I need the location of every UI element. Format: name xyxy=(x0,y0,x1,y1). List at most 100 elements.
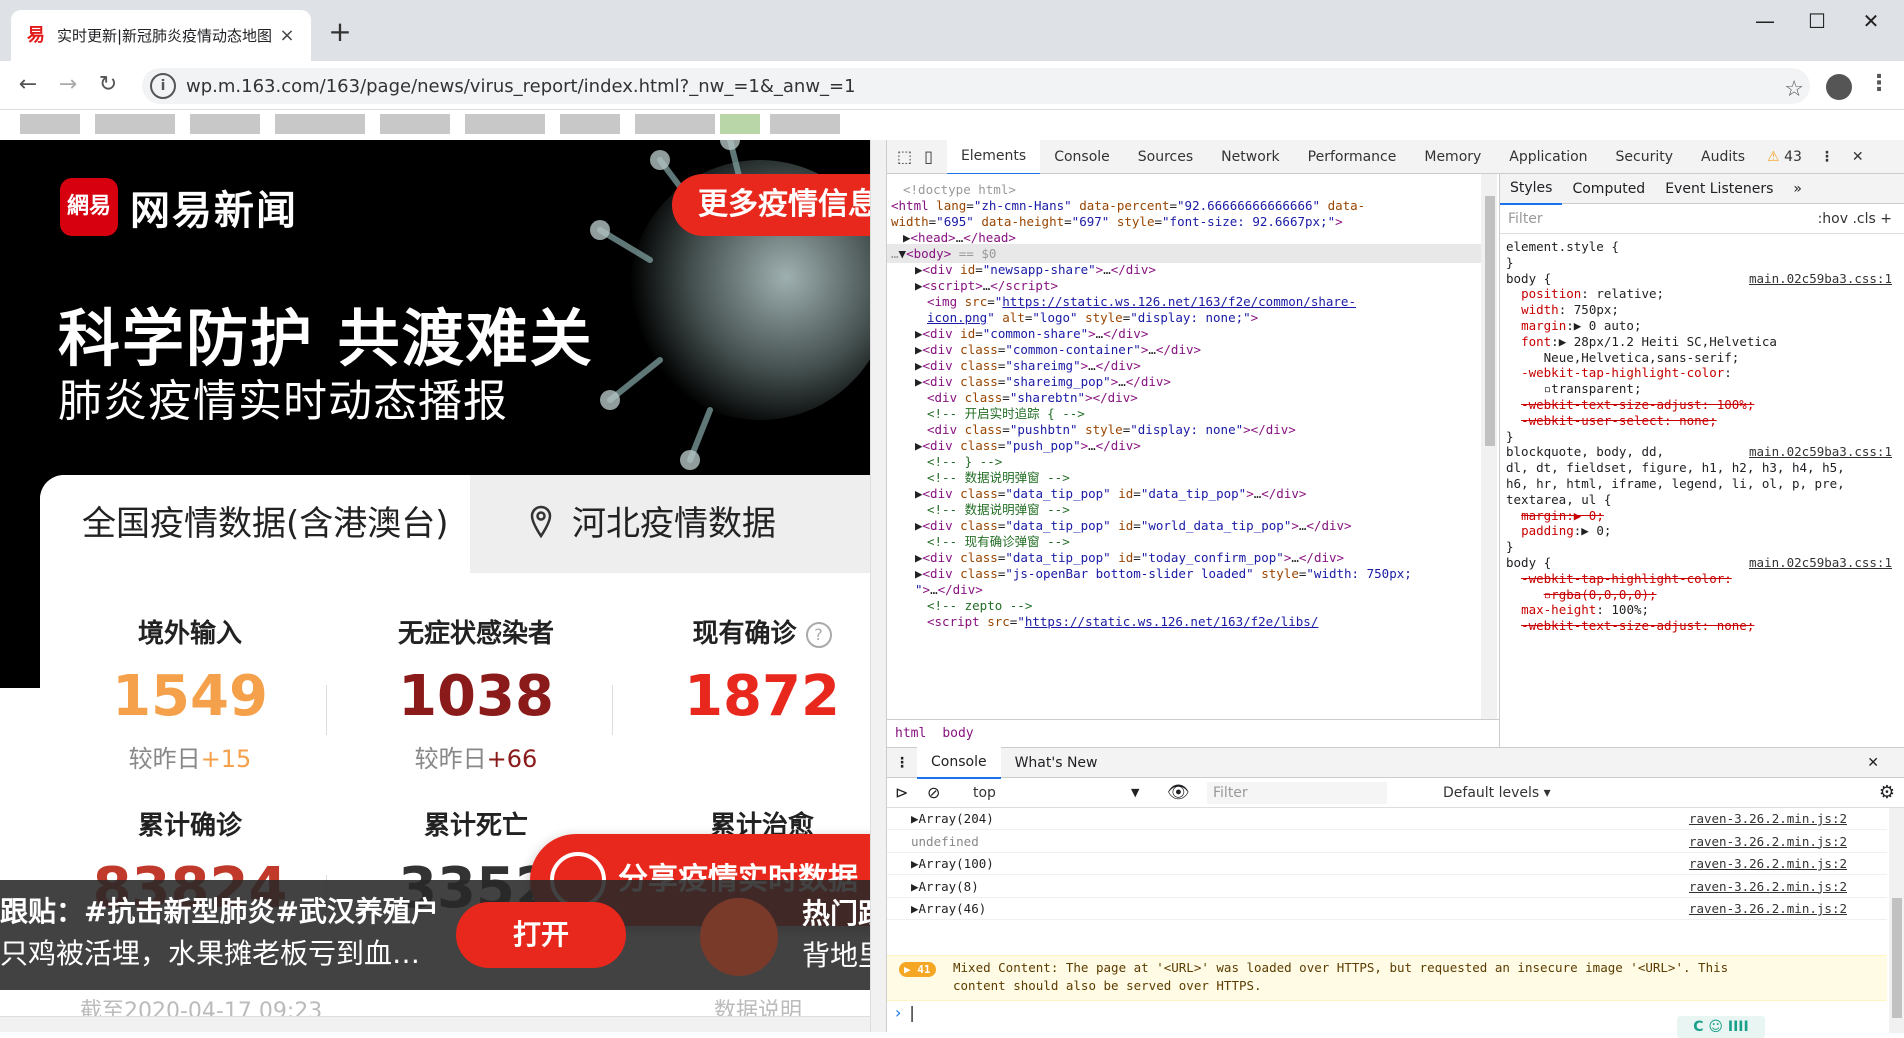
warning-count[interactable]: ⚠ 43 xyxy=(1759,140,1810,174)
devtools-tab-audits[interactable]: Audits xyxy=(1687,140,1759,174)
bookmark-item[interactable] xyxy=(770,114,840,134)
console-message[interactable]: ▶Array(100) raven-3.26.2.min.js:2 xyxy=(887,853,1887,875)
drawer-tab-console[interactable]: Console xyxy=(917,746,1001,779)
browser-tab[interactable]: 易 实时更新|新冠肺炎疫情动态地图 × xyxy=(11,10,311,61)
console-source-link[interactable]: raven-3.26.2.min.js:2 xyxy=(1689,831,1847,853)
bookmark-item[interactable] xyxy=(635,114,715,134)
tab-national-data[interactable]: 全国疫情数据(含港澳台) xyxy=(40,475,470,573)
ime-status-icon[interactable]: C ☺ ⅠⅠⅠⅠ xyxy=(1677,1016,1765,1038)
bookmark-item[interactable] xyxy=(190,114,260,134)
forward-button[interactable]: → xyxy=(52,69,84,101)
page-vertical-scrollbar[interactable] xyxy=(870,140,886,1032)
devtools-tab-performance[interactable]: Performance xyxy=(1294,140,1411,174)
browser-menu-icon[interactable]: ⋮ xyxy=(1868,71,1890,96)
data-notes-link[interactable]: 数据说明 xyxy=(714,993,802,1016)
elements-tree[interactable]: <!doctype html> <html lang="zh-cmn-Hans" … xyxy=(887,174,1481,719)
breadcrumb-body[interactable]: body xyxy=(934,726,981,741)
styles-filter[interactable]: Filter :hov .cls + xyxy=(1500,204,1904,234)
bookmark-item[interactable] xyxy=(380,114,450,134)
page-horizontal-scrollbar[interactable] xyxy=(0,1016,870,1032)
bookmark-item[interactable] xyxy=(275,114,365,134)
clear-console-icon[interactable]: ⊘ xyxy=(927,778,940,808)
console-message[interactable]: ▶Array(204) raven-3.26.2.min.js:2 xyxy=(887,808,1887,830)
more-info-button[interactable]: 更多疫情信息 xyxy=(672,174,870,236)
drawer-tabbar: ⋮ Console What's New ✕ xyxy=(887,746,1904,779)
dom-node-line[interactable]: <script src="https://static.ws.126.net/1… xyxy=(887,612,1481,631)
bookmark-item[interactable] xyxy=(465,114,545,134)
help-icon[interactable]: ? xyxy=(805,621,832,648)
warning-repeat-badge[interactable]: ▶ 41 xyxy=(899,962,936,977)
log-levels-select[interactable]: Default levels ▾ xyxy=(1443,778,1551,808)
console-message-text[interactable]: ▶Array(100) xyxy=(911,856,994,871)
tab-local-data[interactable]: 河北疫情数据 xyxy=(470,475,870,573)
elements-scroll-thumb[interactable] xyxy=(1485,196,1495,446)
maximize-button[interactable]: ☐ xyxy=(1792,6,1842,36)
sidebar-toggle-icon[interactable]: ⊳ xyxy=(895,778,908,808)
stat-compare: 较昨日+15 xyxy=(60,739,320,774)
devtools-tab-sources[interactable]: Sources xyxy=(1124,140,1207,174)
style-rule-line[interactable]: -webkit-text-size-adjust: none; xyxy=(1506,617,1902,635)
stat-current-confirmed[interactable]: 现有确诊 ? 1872 xyxy=(632,613,870,729)
console-source-link[interactable]: raven-3.26.2.min.js:2 xyxy=(1689,808,1847,830)
back-button[interactable]: ← xyxy=(12,69,44,101)
console-filter-input[interactable]: Filter xyxy=(1207,782,1387,804)
address-bar[interactable]: i wp.m.163.com/163/page/news/virus_repor… xyxy=(142,68,1810,104)
drawer-menu-icon[interactable]: ⋮ xyxy=(887,748,917,778)
app-download-banner[interactable]: 跟贴：#抗击新型肺炎#武汉养殖户 只鸡被活埋，水果摊老板亏到血… 打开 热门跟 … xyxy=(0,880,870,990)
console-source-link[interactable]: raven-3.26.2.min.js:2 xyxy=(1689,853,1847,875)
bookmark-item[interactable] xyxy=(20,114,80,134)
url-text[interactable]: wp.m.163.com/163/page/news/virus_report/… xyxy=(186,76,856,97)
console-message[interactable]: ▶Array(8) raven-3.26.2.min.js:2 xyxy=(887,876,1887,898)
breadcrumb-html[interactable]: html xyxy=(887,726,934,741)
devtools-tab-application[interactable]: Application xyxy=(1495,140,1601,174)
styles-filter-input[interactable]: Filter xyxy=(1508,211,1543,227)
devtools-close-icon[interactable]: ✕ xyxy=(1844,140,1872,174)
close-window-button[interactable]: ✕ xyxy=(1846,6,1896,36)
context-select[interactable]: top xyxy=(973,778,996,808)
close-tab-icon[interactable]: × xyxy=(277,25,297,46)
styles-tab-more[interactable]: » xyxy=(1783,174,1812,204)
devtools-menu-icon[interactable]: ⋮ xyxy=(1810,140,1844,174)
bookmark-item[interactable] xyxy=(560,114,620,134)
devtools-tab-memory[interactable]: Memory xyxy=(1410,140,1495,174)
minimize-button[interactable]: — xyxy=(1740,6,1790,36)
news-thumbnail[interactable] xyxy=(700,898,778,976)
console-message[interactable]: undefined raven-3.26.2.min.js:2 xyxy=(887,831,1887,853)
devtools-tab-console[interactable]: Console xyxy=(1040,140,1124,174)
devtools-tab-network[interactable]: Network xyxy=(1207,140,1293,174)
reload-button[interactable]: ↻ xyxy=(92,69,124,101)
console-message-text[interactable]: undefined xyxy=(911,834,979,849)
console-message[interactable]: ▶Array(46) raven-3.26.2.min.js:2 xyxy=(887,898,1887,920)
device-toolbar-icon[interactable]: ▯ xyxy=(918,140,947,174)
stat-asymptomatic[interactable]: 无症状感染者 1038 较昨日+66 xyxy=(346,613,606,774)
console-scroll-thumb[interactable] xyxy=(1892,898,1902,1018)
bookmark-item[interactable] xyxy=(95,114,175,134)
drawer-tab-whats-new[interactable]: What's New xyxy=(1001,748,1112,778)
devtools-tab-elements[interactable]: Elements xyxy=(946,138,1041,175)
console-message-text[interactable]: ▶Array(8) xyxy=(911,879,979,894)
devtools-tab-security[interactable]: Security xyxy=(1602,140,1688,174)
styles-tab-styles[interactable]: Styles xyxy=(1500,174,1563,205)
styles-tab-event-listeners[interactable]: Event Listeners xyxy=(1655,174,1783,204)
stat-imported[interactable]: 境外输入 1549 较昨日+15 xyxy=(60,613,320,774)
live-expression-eye-icon[interactable]: 👁 xyxy=(1167,778,1190,808)
drawer-close-icon[interactable]: ✕ xyxy=(1853,748,1893,778)
inspect-element-icon[interactable]: ⬚ xyxy=(887,140,918,174)
console-source-link[interactable]: raven-3.26.2.min.js:2 xyxy=(1689,876,1847,898)
bookmark-item[interactable] xyxy=(720,114,760,134)
title-bar: 易 实时更新|新冠肺炎疫情动态地图 × + — ☐ ✕ xyxy=(0,0,1904,61)
mixed-content-warning[interactable]: ▶ 41 Mixed Content: The page at '<URL>' … xyxy=(887,955,1887,1001)
context-dropdown-icon[interactable]: ▼ xyxy=(1131,778,1139,808)
console-message-text[interactable]: ▶Array(204) xyxy=(911,811,994,826)
open-app-button[interactable]: 打开 xyxy=(456,902,626,968)
console-source-link[interactable]: raven-3.26.2.min.js:2 xyxy=(1689,898,1847,920)
console-settings-gear-icon[interactable]: ⚙ xyxy=(1879,778,1895,808)
console-message-text[interactable]: ▶Array(46) xyxy=(911,901,986,916)
site-info-icon[interactable]: i xyxy=(150,73,176,99)
styles-filter-tools[interactable]: :hov .cls + xyxy=(1818,204,1892,234)
styles-tab-computed[interactable]: Computed xyxy=(1562,174,1655,204)
bookmark-star-icon[interactable]: ☆ xyxy=(1784,77,1804,102)
netease-news-logo: 網易 网易新闻 xyxy=(60,178,298,236)
account-avatar-icon[interactable] xyxy=(1826,74,1852,100)
new-tab-button[interactable]: + xyxy=(325,16,355,48)
